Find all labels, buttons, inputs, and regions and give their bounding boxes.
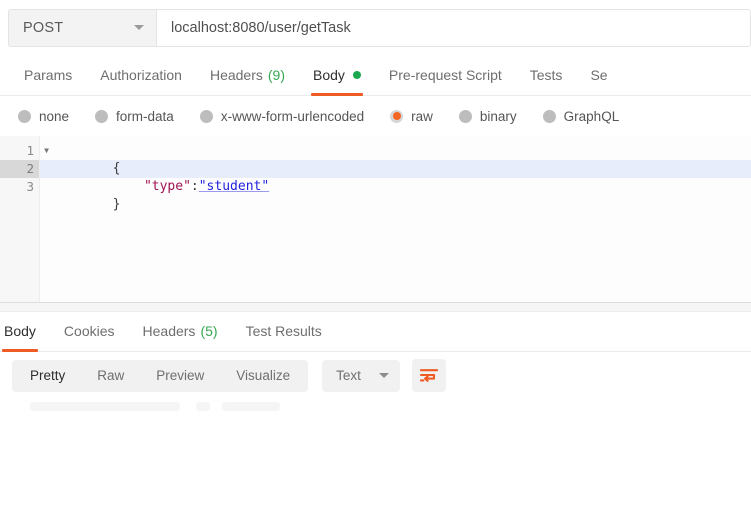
request-tab-bar: Params Authorization Headers (9) Body Pr… (0, 55, 751, 96)
view-mode-label: Pretty (30, 368, 66, 383)
chevron-down-icon (134, 25, 144, 30)
tab-label: Cookies (63, 323, 115, 339)
code-token-key: "type" (143, 179, 191, 194)
line-number-value: 2 (26, 161, 34, 176)
body-type-radio-group: none form-data x-www-form-urlencoded raw… (0, 96, 751, 136)
body-type-form-data[interactable]: form-data (95, 109, 174, 124)
response-format-select[interactable]: Text (322, 359, 401, 392)
radio-icon (199, 109, 213, 123)
view-mode-preview[interactable]: Preview (140, 360, 220, 392)
tab-authorization[interactable]: Authorization (86, 55, 196, 95)
code-token-string: "student" (198, 179, 270, 194)
code-line-active: "type":"student" (40, 160, 751, 194)
line-number: 3 (0, 178, 39, 196)
view-mode-label: Preview (156, 368, 205, 383)
tab-headers[interactable]: Headers (9) (196, 55, 299, 95)
response-view-toolbar: Pretty Raw Preview Visualize Text (0, 351, 751, 400)
radio-icon (458, 109, 472, 123)
view-mode-label: Raw (97, 368, 125, 383)
code-token: { (112, 161, 121, 176)
editor-gutter: 1 ▼ 2 3 (0, 136, 49, 302)
request-body-editor[interactable]: 1 ▼ 2 3 { "type":"student" } (0, 136, 751, 302)
response-format-value: Text (336, 368, 361, 383)
pane-split-divider[interactable] (0, 301, 751, 312)
code-token: } (112, 197, 121, 212)
word-wrap-icon (420, 369, 439, 382)
faint-chip (30, 401, 180, 411)
line-number: 2 (0, 160, 39, 178)
word-wrap-toggle-button[interactable] (412, 359, 447, 392)
tab-params[interactable]: Params (10, 55, 86, 95)
request-url-bar: POST localhost:8080/user/getTask (0, 0, 751, 55)
response-headers-count-badge: (5) (200, 323, 218, 339)
chevron-down-icon (379, 373, 390, 378)
response-tab-body[interactable]: Body (0, 312, 50, 352)
response-tab-headers[interactable]: Headers (5) (129, 312, 232, 351)
line-number-value: 3 (26, 179, 34, 194)
faint-chip (222, 401, 280, 411)
response-tab-cookies[interactable]: Cookies (50, 312, 129, 351)
body-type-binary[interactable]: binary (458, 108, 517, 124)
tab-tests[interactable]: Tests (516, 55, 577, 95)
line-number-value: 1 (26, 143, 34, 158)
radio-label: x-www-form-urlencoded (220, 108, 365, 124)
tab-pre-request-script[interactable]: Pre-request Script (375, 55, 516, 95)
tab-label: Pre-request Script (388, 67, 502, 83)
tab-label: Tests (529, 67, 563, 83)
view-mode-raw[interactable]: Raw (81, 360, 140, 392)
tab-label: Headers (142, 323, 196, 339)
radio-label: raw (411, 108, 433, 124)
view-mode-label: Visualize (236, 368, 291, 383)
code-token-colon: : (190, 179, 199, 194)
http-method-select[interactable]: POST (8, 8, 156, 47)
line-number: 1 ▼ (0, 142, 49, 160)
request-url-input[interactable]: localhost:8080/user/getTask (156, 8, 751, 47)
tab-body[interactable]: Body (299, 55, 375, 96)
editor-code-area[interactable]: { "type":"student" } (40, 136, 751, 302)
body-type-x-www-form-urlencoded[interactable]: x-www-form-urlencoded (199, 108, 365, 124)
body-modified-dot-icon (352, 71, 361, 79)
radio-label: form-data (116, 108, 174, 124)
tab-label: Authorization (100, 67, 182, 83)
code-line: { (40, 142, 751, 176)
response-tab-bar: Body Cookies Headers (5) Test Results (0, 311, 751, 352)
faint-chip (196, 401, 210, 411)
radio-label: GraphQL (563, 108, 620, 124)
tab-label: Params (24, 67, 73, 83)
tab-settings[interactable]: Se (576, 55, 621, 95)
radio-icon (18, 109, 31, 123)
radio-icon (542, 109, 556, 123)
radio-label: none (39, 108, 70, 124)
radio-label: binary (479, 108, 517, 124)
tab-label: Headers (209, 67, 263, 83)
tab-label: Body (4, 323, 36, 339)
body-type-graphql[interactable]: GraphQL (542, 108, 620, 124)
response-tab-test-results[interactable]: Test Results (232, 312, 336, 351)
tab-label: Test Results (245, 323, 322, 339)
body-type-none[interactable]: none (18, 109, 69, 124)
radio-icon (95, 109, 109, 123)
view-mode-visualize[interactable]: Visualize (220, 360, 306, 392)
postman-request-response-pane: POST localhost:8080/user/getTask Params … (0, 0, 751, 505)
radio-selected-icon (390, 109, 404, 123)
tab-label: Se (590, 67, 608, 83)
tab-label: Body (313, 67, 345, 83)
body-type-raw[interactable]: raw (390, 109, 433, 124)
headers-count-badge: (9) (267, 67, 285, 83)
request-url-value: localhost:8080/user/getTask (171, 19, 351, 36)
view-mode-pretty[interactable]: Pretty (14, 360, 81, 392)
response-body-clipped-region (0, 399, 751, 505)
response-view-mode-group: Pretty Raw Preview Visualize (12, 359, 309, 392)
http-method-value: POST (23, 19, 64, 36)
